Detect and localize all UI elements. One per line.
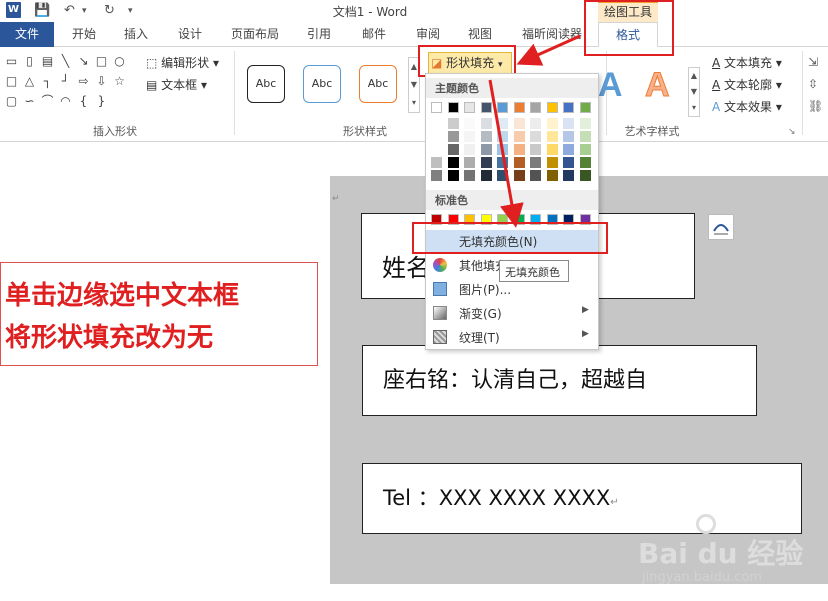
watermark-url: jingyan.baidu.com bbox=[642, 570, 762, 585]
watermark-brand: Bai du 经验 bbox=[638, 537, 804, 570]
baidu-watermark: Bai du 经验 jingyan.baidu.com bbox=[638, 510, 828, 600]
paw-icon bbox=[696, 514, 716, 534]
arrow-to-shape-fill bbox=[516, 34, 581, 66]
arrow-to-no-fill bbox=[488, 79, 524, 228]
